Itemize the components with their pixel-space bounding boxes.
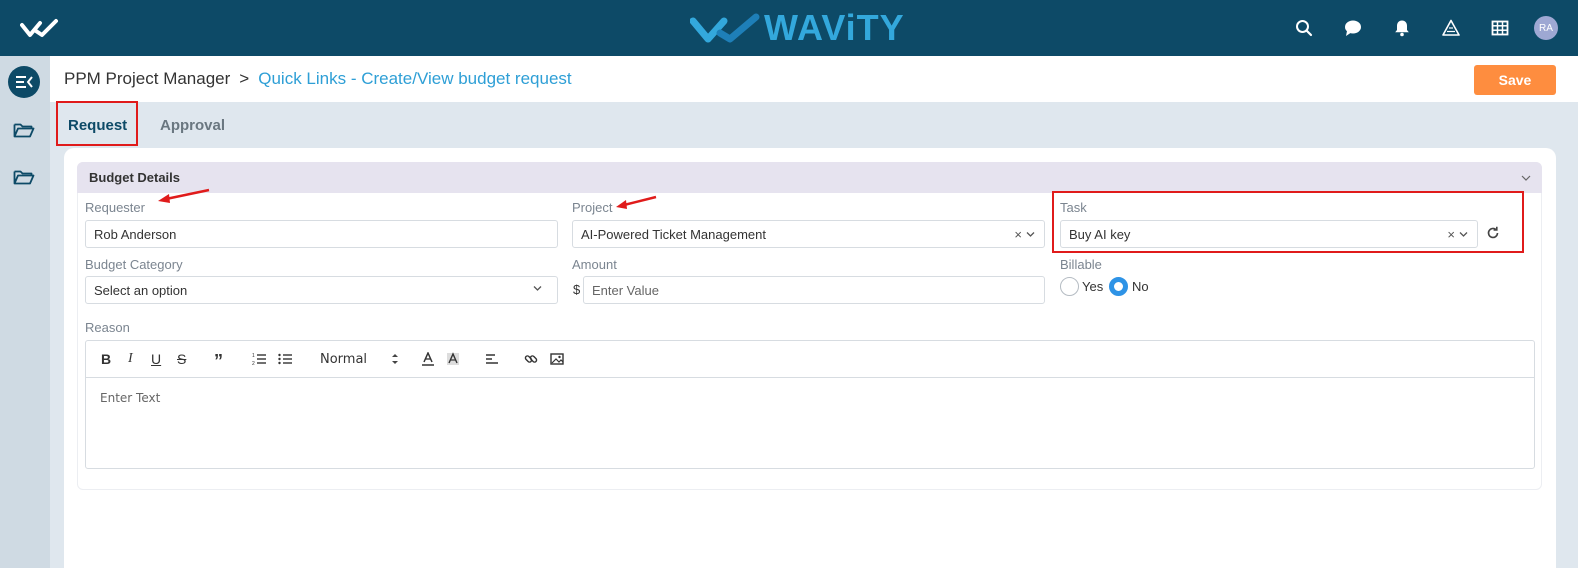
bullet-list-icon[interactable] xyxy=(278,351,292,367)
italic-icon[interactable]: I xyxy=(128,351,133,367)
billable-yes-radio[interactable] xyxy=(1060,277,1079,296)
breadcrumb-current[interactable]: Quick Links - Create/View budget request xyxy=(258,69,571,89)
amount-placeholder: Enter Value xyxy=(592,283,659,298)
page-header: PPM Project Manager > Quick Links - Crea… xyxy=(50,56,1578,102)
image-icon[interactable] xyxy=(550,351,564,367)
link-icon[interactable] xyxy=(524,351,538,367)
blockquote-icon[interactable]: ” xyxy=(214,351,223,371)
project-select-controls: × xyxy=(1014,227,1036,242)
text-color-icon[interactable] xyxy=(421,351,435,367)
highlight-box-request-tab xyxy=(56,101,138,146)
billable-label: Billable xyxy=(1060,257,1102,272)
svg-text:1: 1 xyxy=(252,353,255,359)
amount-input[interactable]: Enter Value xyxy=(583,276,1045,304)
bell-icon[interactable] xyxy=(1387,13,1417,43)
section-header[interactable]: Budget Details xyxy=(77,162,1542,193)
avatar[interactable]: RA xyxy=(1534,16,1558,40)
section-title: Budget Details xyxy=(89,170,181,185)
billable-yes-label[interactable]: Yes xyxy=(1082,279,1103,294)
annotation-arrow-requester xyxy=(158,188,210,203)
reason-editor[interactable]: B I U S ” 12 Normal Enter Text xyxy=(85,340,1535,469)
breadcrumb-separator: > xyxy=(239,69,250,88)
chevron-down-icon[interactable] xyxy=(1520,172,1532,184)
clear-icon[interactable]: × xyxy=(1014,227,1022,242)
breadcrumb: PPM Project Manager > Quick Links - Crea… xyxy=(64,69,572,89)
chevron-down-icon[interactable] xyxy=(1025,229,1036,240)
folder-icon[interactable] xyxy=(13,121,35,139)
chat-icon[interactable] xyxy=(1338,13,1368,43)
reason-placeholder: Enter Text xyxy=(100,391,161,405)
ordered-list-icon[interactable]: 12 xyxy=(252,351,266,367)
app-logo-icon[interactable] xyxy=(20,16,60,40)
format-select-arrows-icon[interactable] xyxy=(388,351,402,367)
underline-icon[interactable]: U xyxy=(151,351,161,367)
reason-label: Reason xyxy=(85,320,130,335)
project-label: Project xyxy=(572,200,613,215)
requester-field[interactable]: Rob Anderson xyxy=(85,220,558,248)
editor-toolbar: B I U S ” 12 Normal xyxy=(86,341,1534,378)
project-value: AI-Powered Ticket Management xyxy=(581,227,766,242)
currency-symbol: $ xyxy=(573,282,581,297)
annotation-arrow-project xyxy=(616,195,657,209)
collapse-icon[interactable] xyxy=(8,66,40,98)
search-icon[interactable] xyxy=(1289,13,1319,43)
highlight-box-task xyxy=(1052,191,1524,253)
chevron-down-icon[interactable] xyxy=(532,283,543,294)
bold-icon[interactable]: B xyxy=(101,351,111,367)
budget-category-select[interactable]: Select an option xyxy=(85,276,558,304)
save-button[interactable]: Save xyxy=(1474,65,1556,95)
billable-no-radio[interactable] xyxy=(1109,277,1128,296)
brand-logo: WAViTY xyxy=(690,7,905,48)
svg-text:2: 2 xyxy=(252,361,255,366)
breadcrumb-parent[interactable]: PPM Project Manager xyxy=(64,69,230,89)
format-select[interactable]: Normal xyxy=(320,351,367,367)
top-icons: RA xyxy=(1270,13,1558,43)
budget-category-value: Select an option xyxy=(94,283,188,298)
brand-check-icon xyxy=(690,13,760,43)
warning-icon[interactable] xyxy=(1436,13,1466,43)
billable-no-label[interactable]: No xyxy=(1132,279,1149,294)
sidebar xyxy=(0,56,50,568)
requester-label: Requester xyxy=(85,200,145,215)
amount-label: Amount xyxy=(572,257,617,272)
budget-category-label: Budget Category xyxy=(85,257,183,272)
folder-icon[interactable] xyxy=(13,168,35,186)
budget-category-controls xyxy=(529,283,543,294)
background-color-icon[interactable] xyxy=(446,351,460,367)
align-icon[interactable] xyxy=(485,351,499,367)
requester-value: Rob Anderson xyxy=(94,227,177,242)
grid-icon[interactable] xyxy=(1485,13,1515,43)
tab-approval[interactable]: Approval xyxy=(160,117,225,134)
strikethrough-icon[interactable]: S xyxy=(177,351,186,367)
project-select[interactable]: AI-Powered Ticket Management × xyxy=(572,220,1045,248)
brand-name: WAViTY xyxy=(764,7,905,48)
top-bar: WAViTY RA xyxy=(0,0,1578,56)
